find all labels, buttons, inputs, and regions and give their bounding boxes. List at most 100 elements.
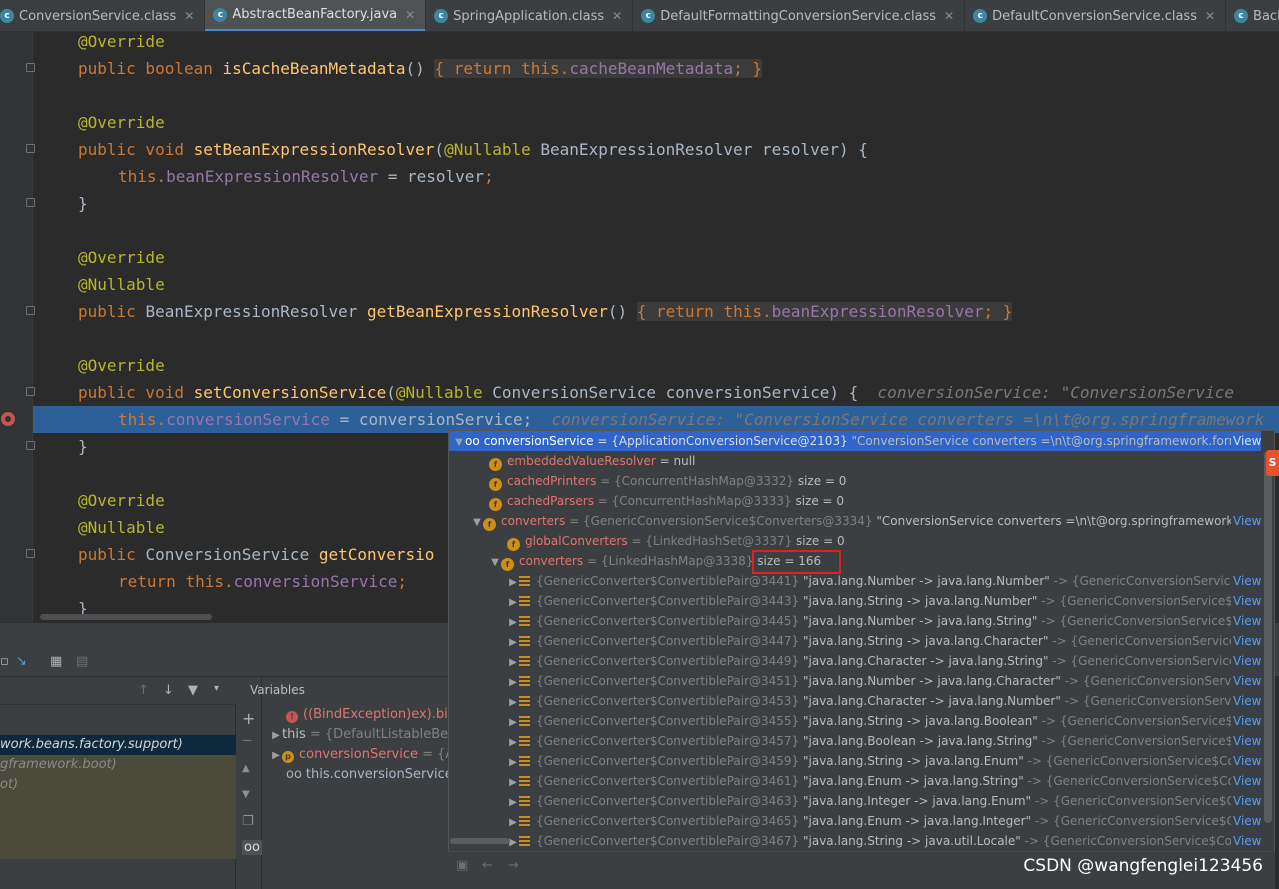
tab-file[interactable]: c DefaultFormattingConversionService.clas… [633,0,966,31]
popup-tree-row[interactable]: ▼ oo conversionService = {ApplicationConve… [449,431,1261,451]
inline-debug-popup[interactable]: ▼ oo conversionService = {ApplicationConve… [448,430,1275,889]
view-link[interactable]: View [1231,571,1261,591]
tab-file[interactable]: cBackgroundPreinitializer.class✕ [1226,0,1279,31]
chevron-right-icon[interactable]: ▶ [507,633,519,651]
variable-row[interactable]: ! ((BindException)ex).bindi [286,705,472,725]
editor-gutter[interactable] [0,32,35,622]
view-link[interactable]: View [1231,591,1261,611]
fold-icon[interactable] [26,144,35,153]
popup-tree-row[interactable]: ▶ {GenericConverter$ConvertiblePair@3463}… [449,791,1261,811]
variable-row[interactable]: ▶pconversionService = {Ap [270,745,456,765]
close-icon[interactable]: ✕ [612,9,622,23]
popup-tree-row[interactable]: ▶ {GenericConverter$ConvertiblePair@3449}… [449,651,1261,671]
chevron-down-icon[interactable]: ▼ [453,433,465,451]
pin-icon[interactable]: ▣ [456,858,468,873]
view-link[interactable]: View [1231,811,1261,831]
copy-icon[interactable]: ❐ [242,814,254,829]
back-arrow-icon[interactable]: ← [482,858,493,873]
popup-tree-row[interactable]: f cachedPrinters = {ConcurrentHashMap@333… [449,471,1261,491]
chevron-right-icon[interactable]: ▶ [507,813,519,831]
stack-frame[interactable]: ot) [0,775,236,795]
popup-tree-row[interactable]: ▶ {GenericConverter$ConvertiblePair@3441}… [449,571,1261,591]
popup-horizontal-scrollbar[interactable] [450,838,510,844]
chevron-right-icon[interactable]: ▶ [507,593,519,611]
view-link[interactable]: View [1231,671,1261,691]
view-link[interactable]: View [1231,611,1261,631]
forward-arrow-icon[interactable]: → [508,858,519,873]
evaluate-table-icon[interactable]: ▦ [50,654,62,669]
horizontal-scrollbar[interactable] [40,614,212,620]
watch-glasses-icon[interactable]: oo [242,840,262,855]
popup-tree-row[interactable]: ▼ f converters = {LinkedHashMap@3338} size… [449,551,1261,571]
close-icon[interactable]: ✕ [944,9,954,23]
chevron-right-icon[interactable]: ▶ [507,773,519,791]
popup-tree-row[interactable]: ▶ {GenericConverter$ConvertiblePair@3451}… [449,671,1261,691]
run-to-cursor-icon[interactable]: ↘ [16,654,27,669]
move-up-icon[interactable]: ▲ [242,763,250,774]
tab-file[interactable]: c ConversionService.class ✕ [0,0,206,31]
folded-body[interactable]: { return this.cacheBeanMetadata; } [434,59,762,78]
stack-frame[interactable]: gframework.boot) [0,755,236,775]
popup-tree-row[interactable]: ▶ {GenericConverter$ConvertiblePair@3455}… [449,711,1261,731]
breakpoint-icon[interactable] [1,412,15,426]
popup-tree-row[interactable]: ▶ {GenericConverter$ConvertiblePair@3453}… [449,691,1261,711]
move-down-icon[interactable]: ▼ [242,789,250,800]
view-link[interactable]: View [1231,791,1261,811]
popup-tree-row[interactable]: ▼ f converters = {GenericConversionService… [449,511,1261,531]
expand-arrow-icon[interactable]: ▶ [270,746,282,765]
fold-icon[interactable] [26,441,35,450]
close-icon[interactable]: ✕ [405,8,415,22]
popup-tree-row[interactable]: ▶ {GenericConverter$ConvertiblePair@3457}… [449,731,1261,751]
view-link[interactable]: View [1231,771,1261,791]
popup-tree-row[interactable]: ▶ {GenericConverter$ConvertiblePair@3447}… [449,631,1261,651]
grid-icon[interactable]: ▤ [76,654,88,669]
fold-icon[interactable] [26,63,35,72]
chevron-down-icon[interactable]: ▾ [214,683,219,694]
fold-icon[interactable] [26,387,35,396]
view-link[interactable]: View [1231,751,1261,771]
popup-tree-row[interactable]: ▶ {GenericConverter$ConvertiblePair@3465}… [449,811,1261,831]
chevron-down-icon[interactable]: ▼ [489,553,501,571]
arrow-down-icon[interactable]: ↓ [163,683,174,698]
popup-tree-row[interactable]: f cachedParsers = {ConcurrentHashMap@3333… [449,491,1261,511]
popup-tree-row[interactable]: ▶ {GenericConverter$ConvertiblePair@3467}… [449,831,1261,851]
chevron-right-icon[interactable]: ▶ [507,753,519,771]
fold-icon[interactable] [26,549,35,558]
view-link[interactable]: View [1231,511,1261,531]
chevron-right-icon[interactable]: ▶ [507,673,519,691]
add-watch-icon[interactable]: + [242,709,255,728]
popup-tree-row[interactable]: f embeddedValueResolver = null [449,451,1261,471]
popup-tree-row[interactable]: ▶ {GenericConverter$ConvertiblePair@3445}… [449,611,1261,631]
stack-frame[interactable]: work.beans.factory.support) [0,735,236,755]
chevron-down-icon[interactable]: ▼ [471,513,483,531]
variable-row[interactable]: oothis.conversionService = [286,765,472,785]
popup-tree-row[interactable]: ▶ {GenericConverter$ConvertiblePair@3443}… [449,591,1261,611]
view-link[interactable]: View [1231,831,1261,851]
chevron-right-icon[interactable]: ▶ [507,793,519,811]
fold-icon[interactable] [26,306,35,315]
chevron-right-icon[interactable]: ▶ [507,653,519,671]
filter-icon[interactable]: ▼ [188,683,198,698]
view-link[interactable]: View [1231,731,1261,751]
tab-file[interactable]: c AbstractBeanFactory.java ✕ [205,0,427,31]
variable-row[interactable]: ▶ this = {DefaultListableBe [270,725,456,745]
minus-icon[interactable]: — [242,735,252,746]
chevron-right-icon[interactable]: ▶ [507,733,519,751]
fold-icon[interactable] [26,198,35,207]
view-link[interactable]: View [1231,691,1261,711]
expand-arrow-icon[interactable]: ▶ [270,726,282,745]
chevron-right-icon[interactable]: ▶ [507,693,519,711]
popup-tree-row[interactable]: ▶ {GenericConverter$ConvertiblePair@3461}… [449,771,1261,791]
tab-file[interactable]: c SpringApplication.class ✕ [426,0,634,31]
close-icon[interactable]: ✕ [184,9,194,23]
view-link[interactable]: View [1231,651,1261,671]
chevron-right-icon[interactable]: ▶ [507,573,519,591]
view-link[interactable]: View [1231,631,1261,651]
csdn-side-tab-icon[interactable]: S [1266,450,1279,476]
chevron-right-icon[interactable]: ▶ [507,713,519,731]
step-icon[interactable]: ▫ [0,654,9,669]
chevron-right-icon[interactable]: ▶ [507,613,519,631]
view-link[interactable]: View [1231,711,1261,731]
popup-tree-row[interactable]: f globalConverters = {LinkedHashSet@3337}… [449,531,1261,551]
close-icon[interactable]: ✕ [1205,9,1215,23]
